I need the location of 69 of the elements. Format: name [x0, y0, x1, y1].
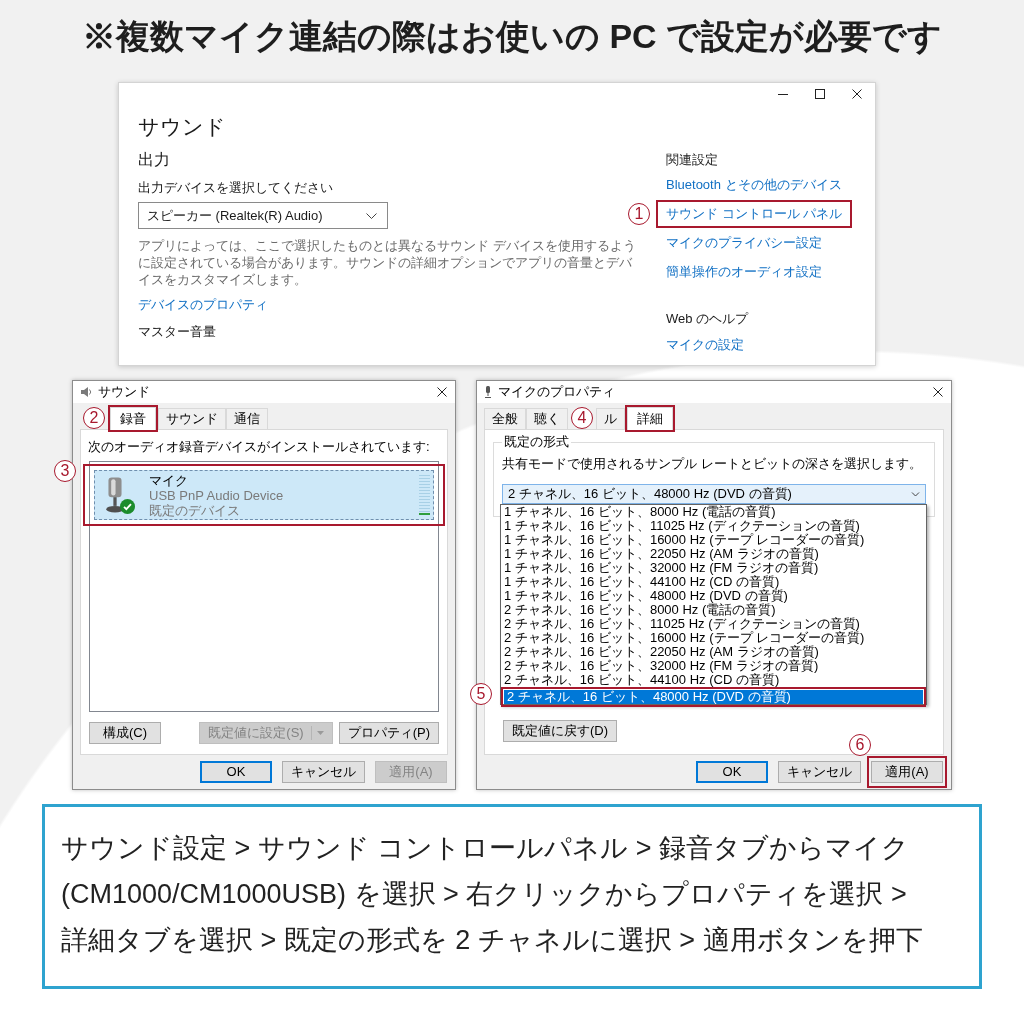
step-number: 1 — [628, 203, 650, 225]
section-heading: マスター音量 — [138, 323, 217, 341]
dropdown-option[interactable]: 1 チャネル、16 ビット、48000 Hz (DVD の音質) — [501, 589, 926, 603]
dropdown-option[interactable]: 2 チャネル、16 ビット、48000 Hz (DVD の音質) — [504, 690, 923, 704]
chevron-icon — [911, 491, 920, 497]
caret-icon — [316, 731, 324, 735]
device-status: 既定のデバイス — [149, 502, 241, 518]
settings-link[interactable]: サウンド コントロール パネル — [666, 206, 843, 221]
tab[interactable]: サウンド — [158, 408, 226, 429]
close-icon[interactable] — [852, 89, 862, 99]
settings-link[interactable]: マイクのプライバシー設定 — [666, 235, 822, 250]
microphone-icon — [484, 386, 492, 398]
device-description: USB PnP Audio Device — [149, 487, 285, 503]
description-text: アプリによっては、ここで選択したものとは異なるサウンド デバイスを使用するように設定されている場合があります。サウンドの詳細オプションでアプリの音量とデバイスをカスタマイズします。 — [138, 237, 637, 288]
step-number: 3 — [54, 460, 76, 482]
tab[interactable]: 通信 — [226, 408, 268, 429]
tab[interactable]: 録音 — [110, 407, 156, 430]
settings-link[interactable]: Bluetooth とその他のデバイス — [666, 177, 842, 192]
dialog-button[interactable]: 適用(A) — [871, 761, 943, 783]
window-title: サウンド — [138, 114, 227, 140]
field-label: 出力デバイスを選択してください — [138, 179, 334, 197]
dropdown-option[interactable]: 1 チャネル、16 ビット、32000 Hz (FM ラジオの音質) — [501, 561, 926, 575]
dropdown-option[interactable]: 2 チャネル、16 ビット、11025 Hz (ディクテーションの音質) — [501, 617, 926, 631]
tab[interactable]: 詳細 — [627, 407, 673, 430]
tab[interactable]: 全般 — [484, 408, 526, 429]
dialog-title: サウンド — [98, 384, 151, 400]
tab[interactable]: ル — [596, 408, 625, 429]
dropdown-option[interactable]: 2 チャネル、16 ビット、44100 Hz (CD の音質) — [501, 673, 926, 687]
dialog-button[interactable]: OK — [696, 761, 768, 783]
dialog-button[interactable]: キャンセル — [282, 761, 365, 783]
chevron-icon — [366, 212, 377, 219]
section-heading: Web のヘルプ — [666, 310, 750, 328]
device-row[interactable]: マイク USB PnP Audio Device 既定のデバイス — [94, 470, 434, 520]
page-title: ※複数マイク連結の際はお使いの PC で設定が必要です — [81, 16, 943, 57]
dialog-button[interactable]: OK — [200, 761, 272, 783]
help-link[interactable]: マイクの設定 — [666, 337, 744, 352]
maximize-icon[interactable] — [815, 89, 825, 99]
format-dropdown[interactable]: 2 チャネル、16 ビット、48000 Hz (DVD の音質) — [502, 484, 926, 504]
dropdown-option[interactable]: 1 チャネル、16 ビット、16000 Hz (テープ レコーダーの音質) — [501, 533, 926, 547]
dialog-title: マイクのプロパティ — [498, 384, 616, 400]
speaker-icon — [80, 386, 92, 398]
dropdown-option[interactable]: 1 チャネル、16 ビット、44100 Hz (CD の音質) — [501, 575, 926, 589]
dropdown-option[interactable]: 2 チャネル、16 ビット、22050 Hz (AM ラジオの音質) — [501, 645, 926, 659]
section-heading: 出力 — [138, 150, 171, 170]
dropdown-option[interactable]: 2 チャネル、16 ビット、32000 Hz (FM ラジオの音質) — [501, 659, 926, 673]
properties-link[interactable]: デバイスのプロパティ — [138, 297, 268, 312]
dropdown-option[interactable]: 1 チャネル、16 ビット、8000 Hz (電話の音質) — [501, 505, 926, 519]
dialog-button[interactable]: 既定値に戻す(D) — [503, 720, 618, 742]
step-number: 5 — [470, 683, 492, 705]
device-name: マイク — [149, 472, 189, 488]
dialog-button[interactable]: 構成(C) — [89, 722, 161, 744]
section-heading: 関連設定 — [666, 151, 719, 169]
instruction-text: サウンド設定 > サウンド コントロールパネル > 録音タブからマイク (CM1000/CM1000USB) を選択 > 右クリックからプロパティを選択 > 詳細タブを選択 > 既定の形式を 2 チャネルに選択 > 適用ボタンを押下 — [61, 832, 924, 957]
description-text: 共有モードで使用されるサンプル レートとビットの深さを選択します。 — [502, 456, 923, 472]
dropdown-option[interactable]: 1 チャネル、16 ビット、11025 Hz (ディクテーションの音質) — [501, 519, 926, 533]
tab[interactable]: 聴く — [526, 408, 568, 429]
group-label: 既定の形式 — [503, 434, 570, 450]
dropdown-option[interactable]: 2 チャネル、16 ビット、16000 Hz (テープ レコーダーの音質) — [501, 631, 926, 645]
step-number: 2 — [83, 407, 105, 429]
step-number: 4 — [571, 407, 593, 429]
instruction-text: 次のオーディオ録音デバイスがインストールされています: — [87, 438, 431, 455]
dropdown-option[interactable]: 1 チャネル、16 ビット、22050 Hz (AM ラジオの音質) — [501, 547, 926, 561]
dialog-button[interactable]: プロパティ(P) — [338, 722, 439, 744]
close-icon[interactable] — [437, 387, 447, 397]
dialog-button[interactable]: キャンセル — [778, 761, 861, 783]
dropdown-option[interactable]: 2 チャネル、16 ビット、8000 Hz (電話の音質) — [501, 603, 926, 617]
settings-link[interactable]: 簡単操作のオーディオ設定 — [666, 264, 822, 279]
close-icon[interactable] — [933, 387, 943, 397]
device-dropdown[interactable]: スピーカー (Realtek(R) Audio) — [138, 202, 388, 229]
